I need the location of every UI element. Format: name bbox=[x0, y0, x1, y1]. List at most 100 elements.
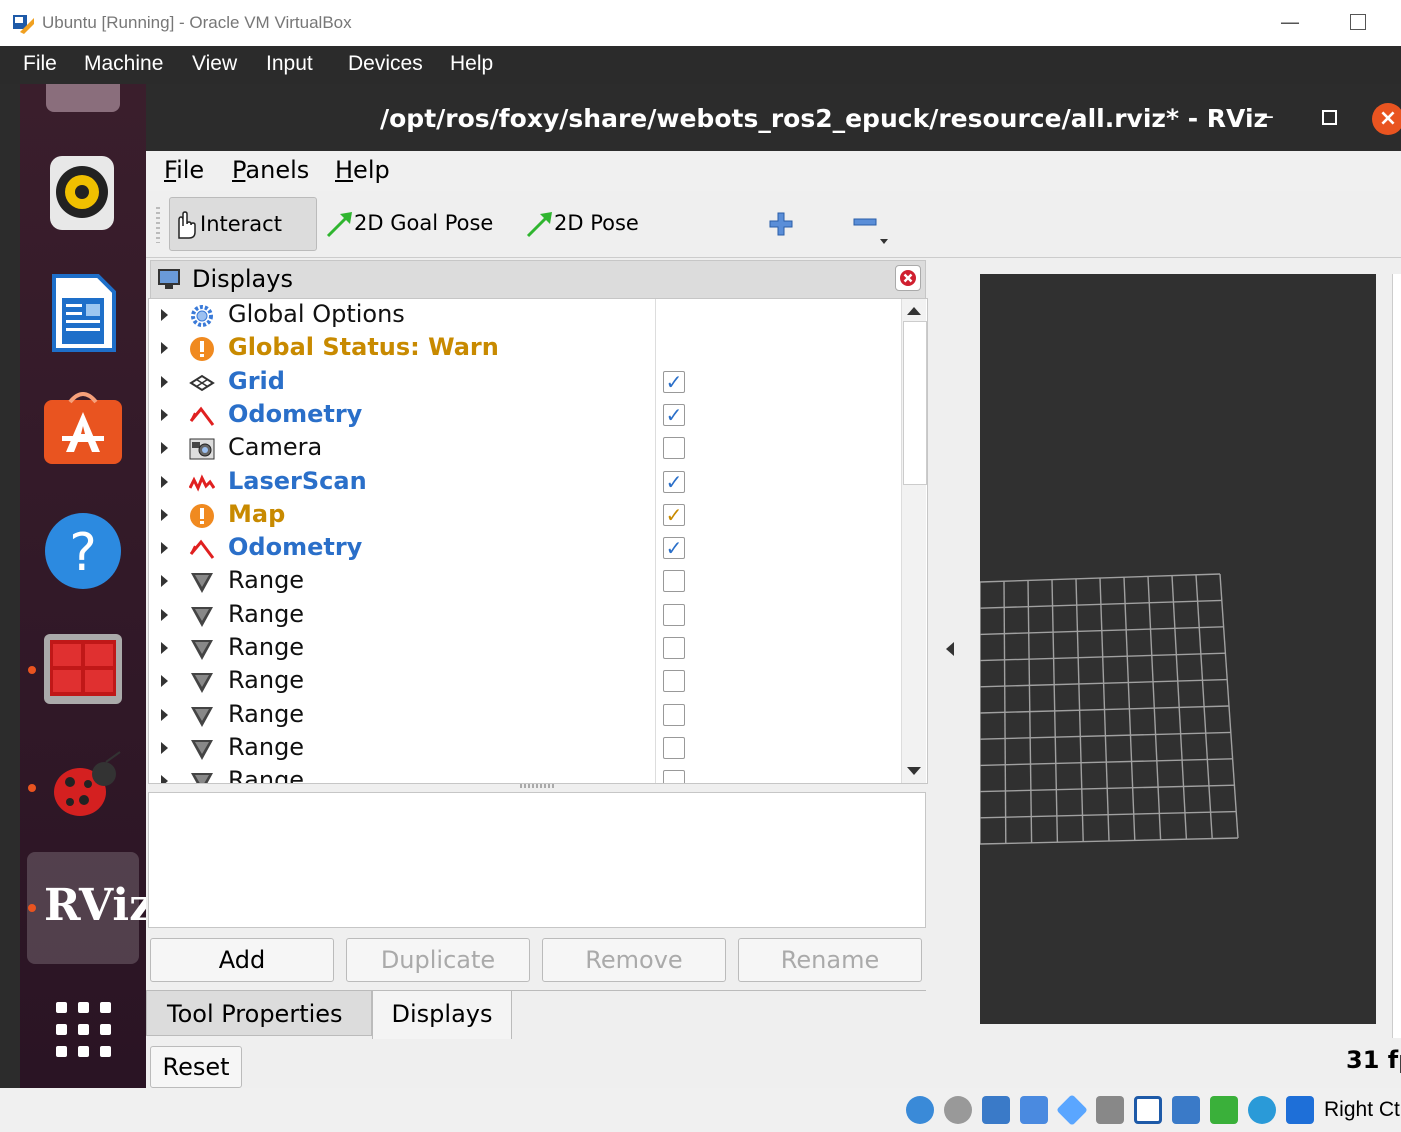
expand-arrow-icon[interactable] bbox=[161, 408, 168, 421]
right-panel-edge[interactable] bbox=[1392, 274, 1401, 1038]
display-row[interactable]: Odometry ✓ bbox=[149, 532, 899, 565]
display-row[interactable]: Grid ✓ bbox=[149, 366, 899, 399]
display-row[interactable]: Global Status: Warn bbox=[149, 332, 899, 365]
ubuntu-software-icon[interactable] bbox=[44, 390, 122, 468]
recording-icon[interactable] bbox=[1172, 1096, 1200, 1124]
close-panel-icon[interactable] bbox=[895, 265, 921, 291]
display-row[interactable]: Range bbox=[149, 632, 899, 665]
display-enabled-checkbox[interactable] bbox=[663, 437, 685, 460]
menu-devices[interactable]: Devices bbox=[348, 52, 423, 76]
rviz-maximize-button[interactable] bbox=[1322, 110, 1337, 125]
help-icon[interactable]: ? bbox=[44, 512, 122, 590]
splitter-grip[interactable] bbox=[520, 784, 554, 788]
display-row[interactable]: Map ✓ bbox=[149, 499, 899, 532]
usb-icon[interactable] bbox=[1056, 1094, 1088, 1126]
rviz-menu-panels[interactable]: Panels bbox=[232, 156, 309, 184]
duplicate-button[interactable]: Duplicate bbox=[346, 938, 530, 982]
bug-icon[interactable] bbox=[44, 748, 122, 826]
remove-tool-minus-icon[interactable] bbox=[852, 217, 892, 247]
menu-help[interactable]: Help bbox=[450, 52, 493, 76]
add-button[interactable]: Add bbox=[150, 938, 334, 982]
display-enabled-checkbox[interactable] bbox=[663, 670, 685, 693]
mouse-integration-icon[interactable] bbox=[1248, 1096, 1276, 1124]
display-row[interactable]: Range bbox=[149, 699, 899, 732]
rviz-icon[interactable]: RViz bbox=[44, 880, 154, 931]
display-enabled-checkbox[interactable]: ✓ bbox=[663, 403, 685, 426]
display-enabled-checkbox[interactable] bbox=[663, 570, 685, 593]
expand-arrow-icon[interactable] bbox=[161, 775, 168, 783]
rhythmbox-icon[interactable] bbox=[44, 154, 122, 232]
download-icon[interactable] bbox=[1286, 1096, 1314, 1124]
expand-arrow-icon[interactable] bbox=[161, 342, 168, 355]
remove-button[interactable]: Remove bbox=[542, 938, 726, 982]
display-row[interactable]: Range bbox=[149, 665, 899, 698]
tab-tool-properties[interactable]: Tool Properties bbox=[146, 990, 372, 1036]
interact-tool-button[interactable]: Interact bbox=[169, 197, 317, 251]
panel-tabs: Tool Properties Displays bbox=[146, 990, 926, 1039]
toolbar-grip[interactable] bbox=[156, 207, 160, 243]
expand-arrow-icon[interactable] bbox=[161, 508, 168, 521]
scroll-thumb[interactable] bbox=[903, 321, 927, 485]
expand-arrow-icon[interactable] bbox=[161, 475, 168, 488]
display-row[interactable]: Range bbox=[149, 765, 899, 783]
display-enabled-checkbox[interactable] bbox=[663, 603, 685, 626]
display-enabled-checkbox[interactable]: ✓ bbox=[663, 503, 685, 526]
expand-arrow-icon[interactable] bbox=[161, 741, 168, 754]
display-row[interactable]: Odometry ✓ bbox=[149, 399, 899, 432]
expand-arrow-icon[interactable] bbox=[161, 442, 168, 455]
expand-arrow-icon[interactable] bbox=[161, 375, 168, 388]
expand-arrow-icon[interactable] bbox=[161, 642, 168, 654]
expand-arrow-icon[interactable] bbox=[161, 608, 168, 621]
display-row[interactable]: Range bbox=[149, 599, 899, 632]
scroll-down-arrow-icon[interactable] bbox=[907, 767, 921, 775]
network-icon[interactable] bbox=[1020, 1096, 1048, 1124]
show-apps-icon[interactable] bbox=[56, 1002, 112, 1058]
audio-icon[interactable] bbox=[982, 1096, 1010, 1124]
menu-machine[interactable]: Machine bbox=[84, 52, 163, 76]
display-row[interactable]: LaserScan ✓ bbox=[149, 466, 899, 499]
rviz-minimize-button[interactable]: – bbox=[1262, 102, 1274, 130]
rviz-menu-file[interactable]: File bbox=[164, 156, 204, 184]
dock-app-partial[interactable] bbox=[46, 84, 120, 112]
display-row[interactable]: Range bbox=[149, 732, 899, 765]
tab-displays[interactable]: Displays bbox=[372, 990, 512, 1039]
maximize-button[interactable] bbox=[1350, 14, 1366, 30]
display-row[interactable]: Camera bbox=[149, 432, 899, 465]
optical-drive-icon[interactable] bbox=[944, 1096, 972, 1124]
minimize-button[interactable]: — bbox=[1280, 10, 1300, 34]
display-row[interactable]: Range bbox=[149, 565, 899, 598]
collapse-panel-arrow-icon[interactable] bbox=[946, 642, 954, 656]
scroll-up-arrow-icon[interactable] bbox=[907, 307, 921, 315]
hard-disk-icon[interactable] bbox=[906, 1096, 934, 1124]
rviz-menu-help[interactable]: Help bbox=[335, 156, 390, 184]
display-enabled-checkbox[interactable] bbox=[663, 770, 685, 783]
rviz-close-button[interactable]: × bbox=[1372, 103, 1401, 135]
menu-view[interactable]: View bbox=[192, 52, 237, 76]
shared-folders-icon[interactable] bbox=[1096, 1096, 1124, 1124]
expand-arrow-icon[interactable] bbox=[161, 708, 168, 721]
expand-arrow-icon[interactable] bbox=[161, 309, 168, 321]
terminal-icon[interactable] bbox=[44, 632, 122, 710]
2d-goal-pose-button[interactable]: 2D Goal Pose bbox=[326, 197, 496, 249]
display-icon[interactable] bbox=[1134, 1096, 1162, 1124]
display-enabled-checkbox[interactable]: ✓ bbox=[663, 537, 685, 560]
display-enabled-checkbox[interactable] bbox=[663, 703, 685, 726]
cpu-icon[interactable] bbox=[1210, 1096, 1238, 1124]
display-enabled-checkbox[interactable] bbox=[663, 736, 685, 759]
3d-render-view[interactable] bbox=[979, 274, 1376, 1024]
rename-button[interactable]: Rename bbox=[738, 938, 922, 982]
expand-arrow-icon[interactable] bbox=[161, 575, 168, 588]
2d-pose-estimate-button[interactable]: 2D Pose Estimate bbox=[526, 197, 736, 287]
libreoffice-writer-icon[interactable] bbox=[44, 274, 122, 352]
reset-button[interactable]: Reset bbox=[150, 1046, 242, 1088]
display-enabled-checkbox[interactable]: ✓ bbox=[663, 370, 685, 393]
expand-arrow-icon[interactable] bbox=[161, 542, 168, 555]
display-enabled-checkbox[interactable]: ✓ bbox=[663, 470, 685, 493]
menu-input[interactable]: Input bbox=[266, 52, 313, 76]
display-enabled-checkbox[interactable] bbox=[663, 637, 685, 659]
display-row[interactable]: Global Options bbox=[149, 299, 899, 332]
expand-arrow-icon[interactable] bbox=[161, 675, 168, 688]
add-tool-plus-icon[interactable] bbox=[768, 211, 794, 237]
displays-scrollbar[interactable] bbox=[901, 299, 927, 783]
menu-file[interactable]: File bbox=[23, 52, 57, 76]
